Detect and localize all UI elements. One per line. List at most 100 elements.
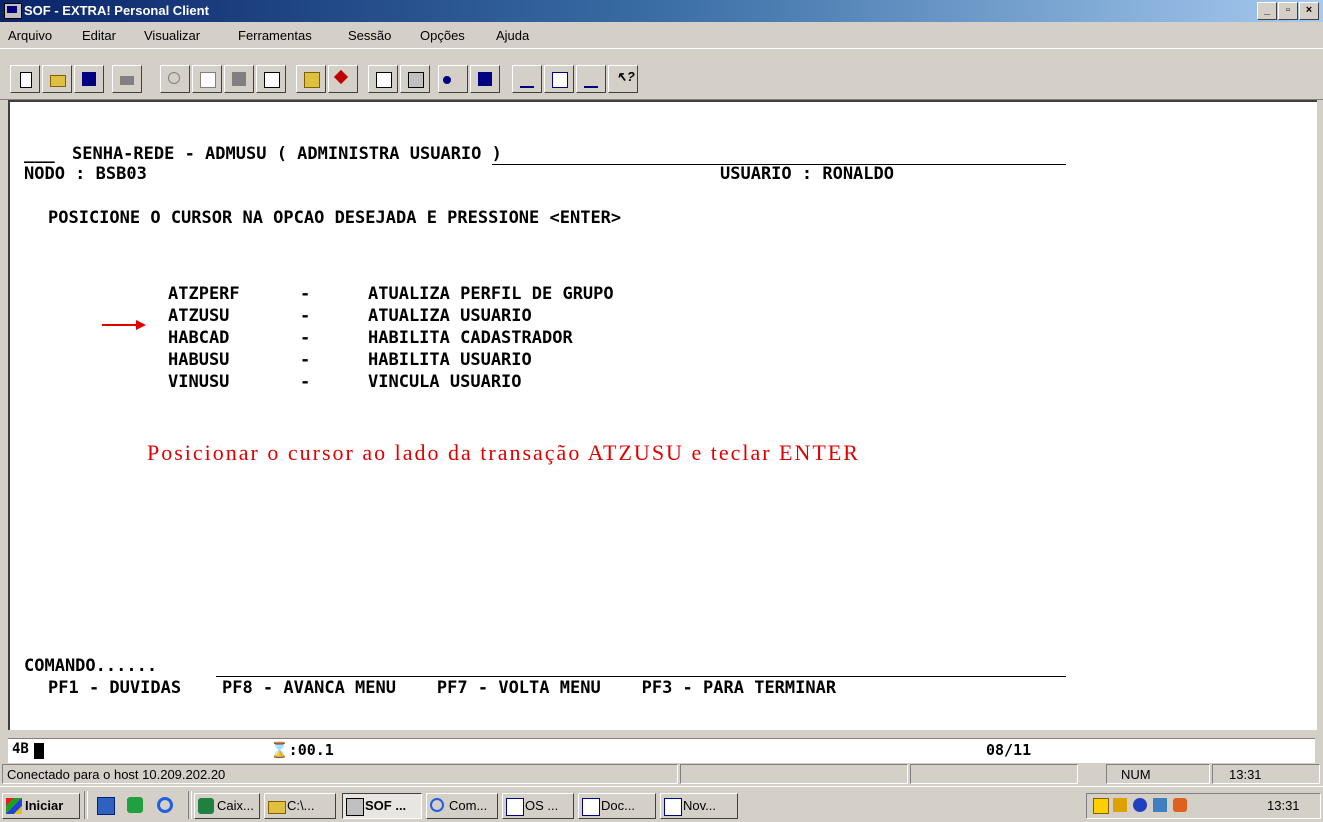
option-code: HABUSU — [168, 350, 230, 370]
pf-keys-legend: PF1 - DUVIDAS PF8 - AVANCA MENU PF7 - VO… — [48, 678, 837, 698]
title-bar: SOF - EXTRA! Personal Client _ ▫ × — [0, 0, 1323, 22]
terminal-screen[interactable]: ___ SENHA-REDE - ADMUSU ( ADMINISTRA USU… — [8, 100, 1317, 730]
task-label: OS ... — [525, 798, 559, 813]
windows-logo-icon — [6, 798, 22, 814]
option-separator: - — [300, 328, 311, 348]
macro-icon[interactable] — [368, 65, 398, 93]
word-icon — [664, 798, 682, 816]
copy-icon[interactable] — [192, 65, 222, 93]
outlook-icon[interactable] — [124, 793, 150, 819]
nodo-label: NODO : BSB03 — [24, 164, 147, 184]
word-icon — [582, 798, 600, 816]
taskbar-clock[interactable]: 13:31 — [1267, 798, 1300, 813]
menu-visualizar[interactable]: Visualizar — [144, 28, 200, 43]
taskbar-divider — [188, 791, 192, 819]
option-code: ATZUSU — [168, 306, 230, 326]
edit-icon[interactable] — [470, 65, 500, 93]
option-separator: - — [300, 284, 311, 304]
task-os[interactable]: OS ... — [502, 793, 574, 819]
task-nov[interactable]: Nov... — [660, 793, 738, 819]
task-label: Com... — [449, 798, 488, 813]
system-tray: 13:31 — [1086, 793, 1321, 819]
instruction-annotation: Posicionar o cursor ao lado da transação… — [147, 440, 860, 465]
menu-editar[interactable]: Editar — [82, 28, 116, 43]
option-separator: - — [300, 350, 311, 370]
menu-bar: Arquivo Editar Visualizar Ferramentas Se… — [0, 22, 1323, 48]
new-file-icon[interactable] — [10, 65, 40, 93]
window-title: SOF - EXTRA! Personal Client — [24, 3, 209, 18]
status-bar: Conectado para o host 10.209.202.20 NUM … — [0, 762, 1323, 786]
antivirus-icon[interactable] — [1133, 798, 1147, 812]
task-explorer[interactable]: C:\... — [264, 793, 336, 819]
start-label: Iniciar — [25, 798, 64, 813]
task-label: Caix... — [217, 798, 254, 813]
option-description: VINCULA USUARIO — [368, 372, 522, 392]
help-icon[interactable]: ↖? — [608, 65, 638, 93]
response-timer: ⌛:00.1 — [270, 741, 334, 759]
task-com[interactable]: Com... — [426, 793, 498, 819]
tools-icon[interactable] — [328, 65, 358, 93]
connection-status: Conectado para o host 10.209.202.20 — [2, 764, 678, 784]
status-time: 13:31 — [1212, 764, 1320, 784]
status-empty-1 — [680, 764, 908, 784]
menu-sessao[interactable]: Sessão — [348, 28, 391, 43]
task-sof[interactable]: SOF ... — [342, 793, 422, 819]
num-lock-indicator: NUM — [1106, 764, 1210, 784]
toolbar: ↖? — [0, 48, 1323, 100]
app-icon[interactable] — [4, 3, 22, 19]
record-icon[interactable] — [438, 65, 468, 93]
option-code: HABCAD — [168, 328, 230, 348]
taskbar: Iniciar Caix... C:\... SOF ... Com... OS… — [0, 786, 1323, 822]
network-icon[interactable] — [1113, 798, 1127, 812]
cursor-block — [34, 743, 44, 759]
ie-icon — [430, 798, 444, 812]
option-description: ATUALIZA USUARIO — [368, 306, 532, 326]
task-label: Nov... — [683, 798, 716, 813]
paste-icon[interactable] — [224, 65, 254, 93]
status-empty-2 — [910, 764, 1078, 784]
menu-arquivo[interactable]: Arquivo — [8, 28, 52, 43]
task-label: C:\... — [287, 798, 315, 813]
task-doc[interactable]: Doc... — [578, 793, 656, 819]
display-tray-icon[interactable] — [1153, 798, 1167, 812]
settings-icon[interactable] — [512, 65, 542, 93]
option-separator: - — [300, 372, 311, 392]
taskbar-divider — [84, 791, 88, 819]
option-separator: - — [300, 306, 311, 326]
desktop-icon[interactable] — [94, 793, 120, 819]
outlook-icon — [198, 798, 214, 814]
cursor-position: 08/11 — [986, 741, 1032, 759]
open-folder-icon[interactable] — [42, 65, 72, 93]
volume-icon[interactable] — [1093, 798, 1109, 814]
screen-header-title: SENHA-REDE - ADMUSU ( ADMINISTRA USUARIO… — [72, 144, 502, 164]
comando-input[interactable] — [216, 676, 1066, 677]
menu-ajuda[interactable]: Ajuda — [496, 28, 529, 43]
maximize-button[interactable]: ▫ — [1278, 2, 1298, 20]
save-icon[interactable] — [74, 65, 104, 93]
instruction-text: POSICIONE O CURSOR NA OPCAO DESEJADA E P… — [48, 208, 622, 228]
transfer-icon[interactable] — [256, 65, 286, 93]
task-label: SOF ... — [365, 798, 407, 813]
cut-icon[interactable] — [160, 65, 190, 93]
print-icon[interactable] — [112, 65, 142, 93]
minimize-button[interactable]: _ — [1257, 2, 1277, 20]
open-file-icon[interactable] — [296, 65, 326, 93]
java-icon[interactable] — [1173, 798, 1187, 812]
word-icon — [506, 798, 524, 816]
usuario-label: USUARIO : RONALDO — [720, 164, 894, 184]
session-mode: 4B — [12, 741, 29, 757]
red-arrow-icon — [102, 320, 146, 330]
dialog-icon[interactable] — [544, 65, 574, 93]
quickpad-icon[interactable] — [576, 65, 606, 93]
ie-icon[interactable] — [154, 793, 180, 819]
close-button[interactable]: × — [1299, 2, 1319, 20]
task-caixa[interactable]: Caix... — [194, 793, 260, 819]
start-button[interactable]: Iniciar — [2, 793, 80, 819]
display-icon[interactable] — [400, 65, 430, 93]
option-code: ATZPERF — [168, 284, 240, 304]
option-description: HABILITA USUARIO — [368, 350, 532, 370]
comando-label: COMANDO...... — [24, 656, 158, 676]
menu-opcoes[interactable]: Opções — [420, 28, 465, 43]
input-field-marker[interactable]: ___ — [24, 144, 55, 164]
menu-ferramentas[interactable]: Ferramentas — [238, 28, 312, 43]
